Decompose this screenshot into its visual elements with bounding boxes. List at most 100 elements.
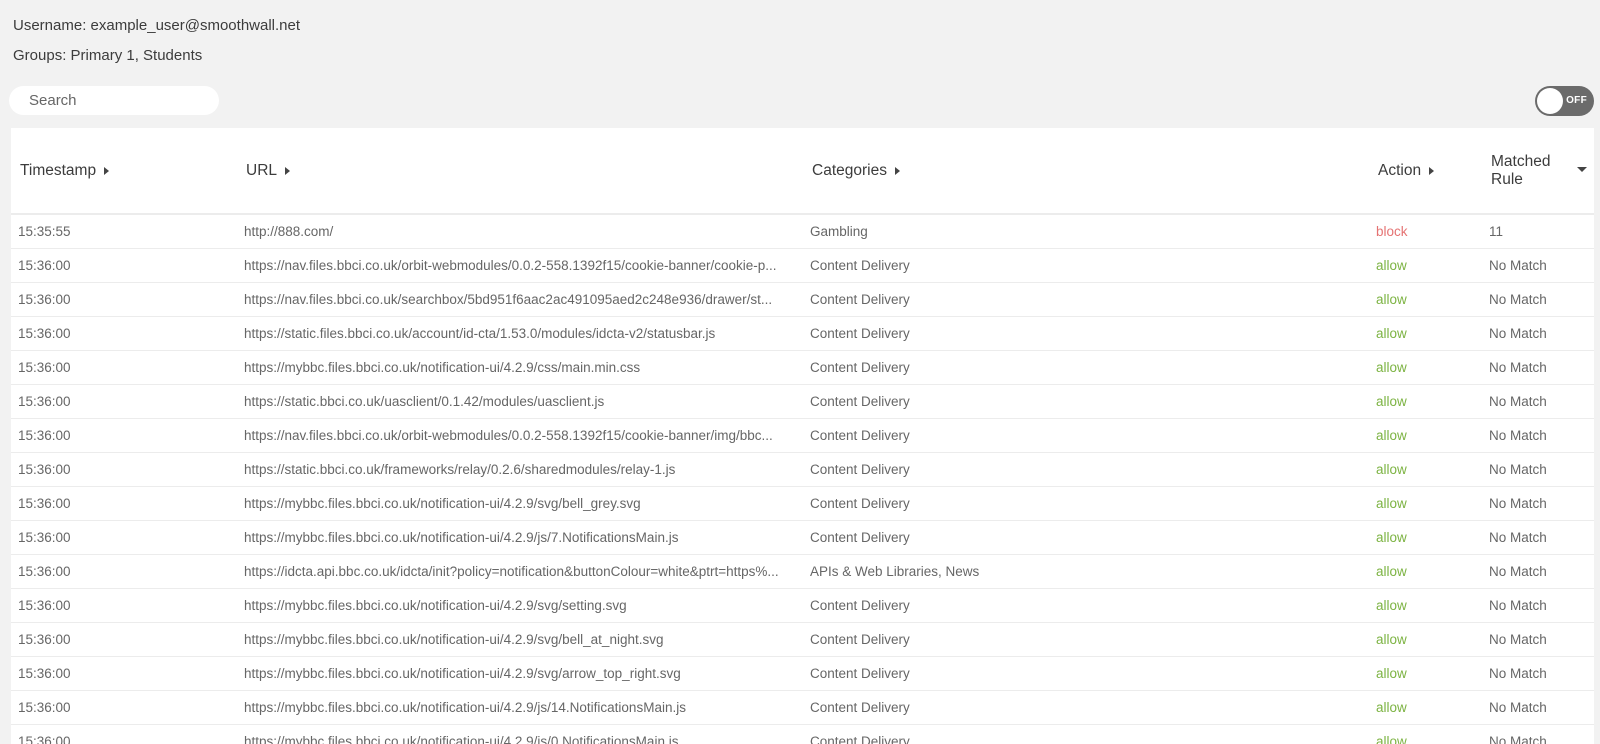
- sort-arrow-down-icon: [1577, 167, 1587, 172]
- toggle-knob: [1537, 88, 1563, 114]
- column-header-categories[interactable]: Categories: [812, 128, 900, 213]
- column-header-url-label: URL: [246, 161, 278, 179]
- cell-url: https://mybbc.files.bbci.co.uk/notificat…: [244, 598, 627, 613]
- cell-matched-rule: No Match: [1489, 462, 1547, 477]
- cell-matched-rule: No Match: [1489, 292, 1547, 307]
- cell-timestamp: 15:36:00: [18, 700, 71, 715]
- cell-categories: Content Delivery: [810, 292, 910, 307]
- column-header-matched-rule[interactable]: Matched Rule: [1491, 128, 1587, 213]
- cell-url: https://nav.files.bbci.co.uk/orbit-webmo…: [244, 258, 777, 273]
- cell-matched-rule: No Match: [1489, 666, 1547, 681]
- username-label: Username: example_user@smoothwall.net: [13, 17, 301, 34]
- cell-categories: Content Delivery: [810, 700, 910, 715]
- cell-action: allow: [1376, 462, 1407, 477]
- cell-categories: Content Delivery: [810, 632, 910, 647]
- cell-action: allow: [1376, 258, 1407, 273]
- sort-arrow-right-icon: [1429, 166, 1435, 175]
- cell-matched-rule: No Match: [1489, 496, 1547, 511]
- cell-action: allow: [1376, 530, 1407, 545]
- table-row[interactable]: 15:36:00 https://mybbc.files.bbci.co.uk/n…: [11, 589, 1594, 623]
- table-row[interactable]: 15:36:00 https://mybbc.files.bbci.co.uk/n…: [11, 725, 1594, 744]
- cell-timestamp: 15:35:55: [18, 224, 71, 239]
- cell-matched-rule: No Match: [1489, 428, 1547, 443]
- cell-matched-rule: No Match: [1489, 700, 1547, 715]
- cell-categories: Content Delivery: [810, 258, 910, 273]
- table-row[interactable]: 15:36:00 https://mybbc.files.bbci.co.uk/n…: [11, 623, 1594, 657]
- column-header-timestamp[interactable]: Timestamp: [20, 128, 110, 213]
- cell-timestamp: 15:36:00: [18, 564, 71, 579]
- column-header-action[interactable]: Action: [1378, 128, 1435, 213]
- cell-action: allow: [1376, 564, 1407, 579]
- cell-timestamp: 15:36:00: [18, 462, 71, 477]
- cell-action: allow: [1376, 428, 1407, 443]
- cell-action: allow: [1376, 666, 1407, 681]
- cell-url: https://nav.files.bbci.co.uk/orbit-webmo…: [244, 428, 773, 443]
- cell-url: http://888.com/: [244, 224, 334, 239]
- table-row[interactable]: 15:36:00 https://nav.files.bbci.co.uk/orb…: [11, 419, 1594, 453]
- cell-matched-rule: No Match: [1489, 598, 1547, 613]
- cell-timestamp: 15:36:00: [18, 530, 71, 545]
- cell-categories: Content Delivery: [810, 394, 910, 409]
- cell-matched-rule: 11: [1489, 224, 1504, 239]
- live-toggle[interactable]: OFF: [1535, 86, 1594, 116]
- cell-url: https://mybbc.files.bbci.co.uk/notificat…: [244, 632, 664, 647]
- column-header-categories-label: Categories: [812, 161, 887, 179]
- cell-timestamp: 15:36:00: [18, 428, 71, 443]
- cell-url: https://nav.files.bbci.co.uk/searchbox/5…: [244, 292, 773, 307]
- table-row[interactable]: 15:36:00 https://nav.files.bbci.co.uk/sea…: [11, 283, 1594, 317]
- cell-categories: Content Delivery: [810, 326, 910, 341]
- cell-categories: APIs & Web Libraries, News: [810, 564, 980, 579]
- cell-action: allow: [1376, 292, 1407, 307]
- table-row[interactable]: 15:36:00 https://static.bbci.co.uk/framew…: [11, 453, 1594, 487]
- cell-categories: Content Delivery: [810, 496, 910, 511]
- sort-arrow-right-icon: [285, 166, 291, 175]
- cell-timestamp: 15:36:00: [18, 666, 71, 681]
- table-row[interactable]: 15:36:00 https://mybbc.files.bbci.co.uk/n…: [11, 521, 1594, 555]
- table-row[interactable]: 15:36:00 https://idcta.api.bbc.co.uk/idct…: [11, 555, 1594, 589]
- cell-url: https://mybbc.files.bbci.co.uk/notificat…: [244, 700, 686, 715]
- log-table: Timestamp URL Categories Action Matched …: [11, 128, 1594, 744]
- cell-action: allow: [1376, 632, 1407, 647]
- groups-label: Groups: Primary 1, Students: [13, 47, 203, 64]
- cell-matched-rule: No Match: [1489, 394, 1547, 409]
- cell-action: allow: [1376, 326, 1407, 341]
- cell-action: allow: [1376, 394, 1407, 409]
- cell-timestamp: 15:36:00: [18, 326, 71, 341]
- column-header-matched-rule-label: Matched Rule: [1491, 152, 1551, 188]
- cell-matched-rule: No Match: [1489, 326, 1547, 341]
- cell-categories: Content Delivery: [810, 530, 910, 545]
- cell-matched-rule: No Match: [1489, 632, 1547, 647]
- table-row[interactable]: 15:35:55 http://888.com/Gambling block 11: [11, 215, 1594, 249]
- cell-categories: Gambling: [810, 224, 868, 239]
- cell-action: allow: [1376, 598, 1407, 613]
- page: Username: example_user@smoothwall.net Gr…: [0, 0, 1600, 744]
- table-row[interactable]: 15:36:00 https://mybbc.files.bbci.co.uk/n…: [11, 487, 1594, 521]
- cell-timestamp: 15:36:00: [18, 360, 71, 375]
- table-row[interactable]: 15:36:00 https://nav.files.bbci.co.uk/orb…: [11, 249, 1594, 283]
- cell-timestamp: 15:36:00: [18, 496, 71, 511]
- table-row[interactable]: 15:36:00 https://static.files.bbci.co.uk/…: [11, 317, 1594, 351]
- cell-timestamp: 15:36:00: [18, 394, 71, 409]
- cell-categories: Content Delivery: [810, 666, 910, 681]
- cell-action: allow: [1376, 496, 1407, 511]
- cell-url: https://mybbc.files.bbci.co.uk/notificat…: [244, 666, 681, 681]
- cell-categories: Content Delivery: [810, 598, 910, 613]
- cell-timestamp: 15:36:00: [18, 292, 71, 307]
- cell-url: https://static.bbci.co.uk/frameworks/rel…: [244, 462, 676, 477]
- column-header-action-label: Action: [1378, 161, 1422, 179]
- table-row[interactable]: 15:36:00 https://static.bbci.co.uk/uascli…: [11, 385, 1594, 419]
- cell-categories: Content Delivery: [810, 462, 910, 477]
- column-header-url[interactable]: URL: [246, 128, 291, 213]
- cell-url: https://mybbc.files.bbci.co.uk/notificat…: [244, 734, 679, 744]
- table-row[interactable]: 15:36:00 https://mybbc.files.bbci.co.uk/n…: [11, 691, 1594, 725]
- cell-matched-rule: No Match: [1489, 360, 1547, 375]
- table-row[interactable]: 15:36:00 https://mybbc.files.bbci.co.uk/n…: [11, 351, 1594, 385]
- search-input[interactable]: [9, 86, 219, 115]
- column-header-timestamp-label: Timestamp: [20, 161, 97, 179]
- table-row[interactable]: 15:36:00 https://mybbc.files.bbci.co.uk/n…: [11, 657, 1594, 691]
- cell-url: https://static.files.bbci.co.uk/account/…: [244, 326, 716, 341]
- cell-action: allow: [1376, 700, 1407, 715]
- cell-url: https://static.bbci.co.uk/uasclient/0.1.…: [244, 394, 605, 409]
- toggle-label: OFF: [1566, 95, 1587, 106]
- cell-timestamp: 15:36:00: [18, 598, 71, 613]
